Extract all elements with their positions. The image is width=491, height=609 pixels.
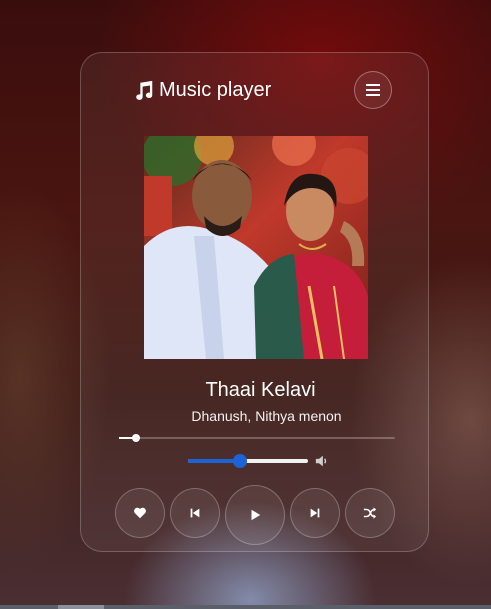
heart-icon <box>134 507 146 519</box>
skip-next-icon <box>310 508 320 518</box>
app-header: Music player <box>133 79 271 102</box>
music-player-page: { "app": { "title": "Music player", "ico… <box>0 0 491 609</box>
album-cover <box>144 136 368 359</box>
volume-slider[interactable] <box>188 454 308 468</box>
next-button[interactable] <box>290 488 340 538</box>
shuffle-button[interactable] <box>345 488 395 538</box>
artist-name: Dhanush, Nithya menon <box>191 408 342 424</box>
play-button[interactable] <box>225 485 285 545</box>
scrollbar-thumb[interactable] <box>58 605 104 609</box>
progress-slider[interactable] <box>119 434 395 442</box>
menu-button[interactable] <box>354 71 392 109</box>
hamburger-menu-icon <box>366 84 380 96</box>
volume-thumb[interactable] <box>232 454 247 468</box>
skip-previous-icon <box>190 508 200 518</box>
album-cover-image <box>144 136 368 359</box>
app-title: Music player <box>159 79 272 101</box>
volume-icon[interactable] <box>315 454 329 468</box>
bottom-scrollbar[interactable] <box>0 605 491 609</box>
previous-button[interactable] <box>170 488 220 538</box>
progress-track <box>119 437 395 439</box>
volume-fill <box>188 459 240 463</box>
like-button[interactable] <box>115 488 165 538</box>
progress-thumb[interactable] <box>131 434 140 442</box>
shuffle-icon <box>363 507 377 519</box>
playback-controls <box>115 485 397 545</box>
music-note-icon <box>136 80 153 100</box>
song-title: Thaai Kelavi <box>205 379 316 401</box>
play-icon <box>251 509 261 521</box>
player-card: Music player Thaai Kelavi Dhanush, Nithy… <box>80 52 429 552</box>
